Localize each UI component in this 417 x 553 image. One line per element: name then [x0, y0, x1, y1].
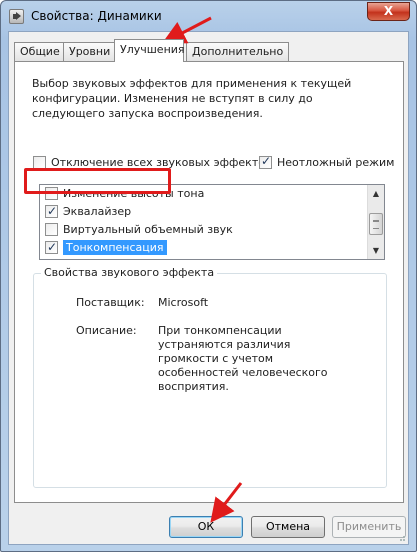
- effects-scrollbar[interactable]: ▲ ▼: [367, 185, 384, 259]
- scrollbar-thumb[interactable]: [369, 213, 383, 235]
- scroll-down-icon[interactable]: ▼: [368, 242, 384, 259]
- list-item[interactable]: Виртуальный объемный звук: [45, 221, 365, 238]
- effect-label: Эквалайзер: [63, 205, 132, 218]
- description-label: Описание:: [76, 324, 137, 337]
- immediate-mode-label: Неотложный режим: [277, 156, 395, 169]
- effect-checkbox[interactable]: [45, 203, 58, 220]
- title-bar[interactable]: Свойства: Динамики X: [1, 1, 416, 31]
- highlight-annotation-box: [24, 168, 171, 194]
- ok-button[interactable]: ОК: [169, 516, 243, 538]
- group-title: Свойства звукового эффекта: [41, 266, 218, 279]
- dialog-body: Общие Уровни Улучшения Дополнительно Выб…: [8, 31, 409, 545]
- window-title: Свойства: Динамики: [31, 9, 162, 23]
- enhancements-description: Выбор звуковых эффектов для применения к…: [32, 77, 352, 120]
- tab-general[interactable]: Общие: [14, 42, 66, 61]
- provider-label: Поставщик:: [76, 296, 145, 309]
- resize-grip-icon[interactable]: [396, 532, 406, 542]
- description-value: При тонкомпенсации устраняются различия …: [158, 324, 328, 393]
- list-item[interactable]: Эквалайзер: [45, 203, 365, 220]
- effect-label-selected: Тонкомпенсация: [63, 240, 167, 255]
- tab-strip: Общие Уровни Улучшения Дополнительно: [14, 39, 404, 63]
- effect-properties-group: Свойства звукового эффекта Поставщик: Mi…: [33, 266, 387, 488]
- list-item[interactable]: Тонкомпенсация: [45, 239, 365, 256]
- effect-checkbox[interactable]: [45, 239, 58, 256]
- speaker-icon: [9, 9, 24, 24]
- scroll-up-icon[interactable]: ▲: [368, 185, 384, 202]
- effects-list[interactable]: Изменение высоты тона Эквалайзер Виртуал…: [39, 184, 385, 260]
- disable-all-checkbox[interactable]: [33, 155, 46, 169]
- close-button[interactable]: X: [367, 2, 410, 21]
- dialog-window: Свойства: Динамики X Общие Уровни Улучше…: [0, 0, 417, 552]
- immediate-mode-option[interactable]: Неотложный режим: [259, 154, 395, 169]
- provider-value: Microsoft: [158, 296, 209, 309]
- apply-button: Применить: [332, 516, 406, 538]
- effect-label: Виртуальный объемный звук: [63, 223, 233, 236]
- tab-enhancements[interactable]: Улучшения: [114, 39, 185, 62]
- tab-advanced[interactable]: Дополнительно: [186, 42, 290, 61]
- immediate-mode-checkbox[interactable]: [259, 154, 272, 169]
- effect-checkbox[interactable]: [45, 222, 58, 236]
- tab-levels[interactable]: Уровни: [63, 42, 117, 61]
- cancel-button[interactable]: Отмена: [251, 516, 325, 538]
- enhancements-panel: Выбор звуковых эффектов для применения к…: [14, 61, 404, 503]
